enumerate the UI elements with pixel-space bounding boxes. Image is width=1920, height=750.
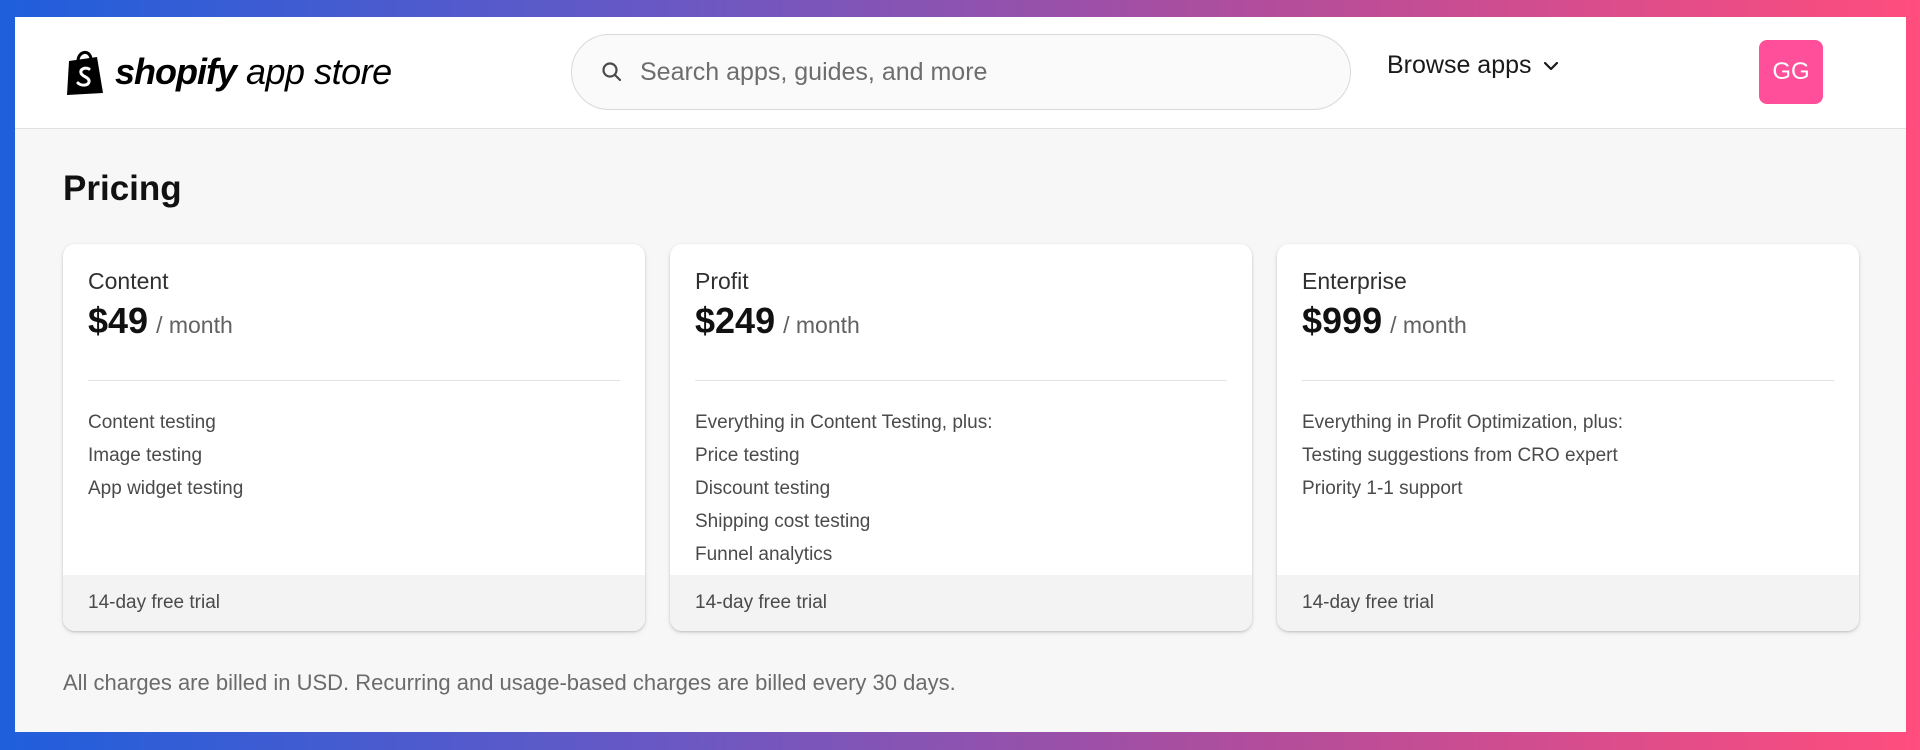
plan-card-profit: Profit $249 / month Everything in Conten… (670, 244, 1252, 631)
search-input[interactable] (640, 57, 1320, 87)
plan-period: / month (156, 312, 233, 338)
feature-item: Testing suggestions from CRO expert (1302, 445, 1618, 466)
chevron-down-icon (1543, 61, 1558, 70)
plan-card-content: Content $49 / month Content testing Imag… (63, 244, 645, 631)
search-icon (602, 62, 622, 82)
feature-list: Content testing Image testing App widget… (88, 406, 243, 505)
trial-footer: 14-day free trial (1277, 575, 1859, 631)
plan-name: Enterprise (1302, 268, 1407, 294)
plan-name: Profit (695, 268, 749, 294)
trial-footer: 14-day free trial (63, 575, 645, 631)
plan-period: / month (1390, 312, 1467, 338)
feature-item: Image testing (88, 445, 203, 466)
feature-item: App widget testing (88, 478, 244, 499)
feature-item: Funnel analytics (695, 544, 833, 565)
pricing-cards: Content $49 / month Content testing Imag… (63, 244, 1859, 631)
price-row: $999 / month (1302, 300, 1467, 342)
divider (695, 380, 1227, 381)
feature-item: Shipping cost testing (695, 511, 871, 532)
browse-apps-label: Browse apps (1387, 51, 1532, 79)
feature-item: Everything in Profit Optimization, plus: (1302, 412, 1624, 433)
search-bar[interactable] (571, 34, 1351, 110)
price-row: $249 / month (695, 300, 860, 342)
shopify-bag-icon (67, 51, 103, 95)
billing-note: All charges are billed in USD. Recurring… (63, 670, 956, 695)
plan-price: $249 (695, 300, 776, 341)
feature-item: Content testing (88, 412, 216, 433)
logo-subtitle: app store (246, 51, 392, 92)
plan-card-enterprise: Enterprise $999 / month Everything in Pr… (1277, 244, 1859, 631)
feature-item: Priority 1-1 support (1302, 478, 1463, 499)
plan-price: $999 (1302, 300, 1383, 341)
plan-price: $49 (88, 300, 149, 341)
plan-name: Content (88, 268, 169, 294)
shopify-app-store-logo[interactable]: shopify app store (63, 47, 392, 97)
feature-list: Everything in Content Testing, plus: Pri… (695, 406, 993, 571)
feature-item: Discount testing (695, 478, 831, 499)
user-avatar[interactable]: GG (1759, 40, 1823, 104)
feature-item: Everything in Content Testing, plus: (695, 412, 993, 433)
app-frame: shopify app store Browse apps GG Pricing… (15, 17, 1906, 732)
price-row: $49 / month (88, 300, 233, 342)
plan-period: / month (783, 312, 860, 338)
feature-list: Everything in Profit Optimization, plus:… (1302, 406, 1623, 505)
divider (1302, 380, 1834, 381)
top-header: shopify app store Browse apps GG (15, 17, 1906, 129)
feature-item: Price testing (695, 445, 800, 466)
logo-word: shopify (115, 51, 237, 92)
trial-footer: 14-day free trial (670, 575, 1252, 631)
divider (88, 380, 620, 381)
page-title: Pricing (63, 169, 182, 208)
browse-apps-menu[interactable]: Browse apps (1387, 51, 1560, 80)
